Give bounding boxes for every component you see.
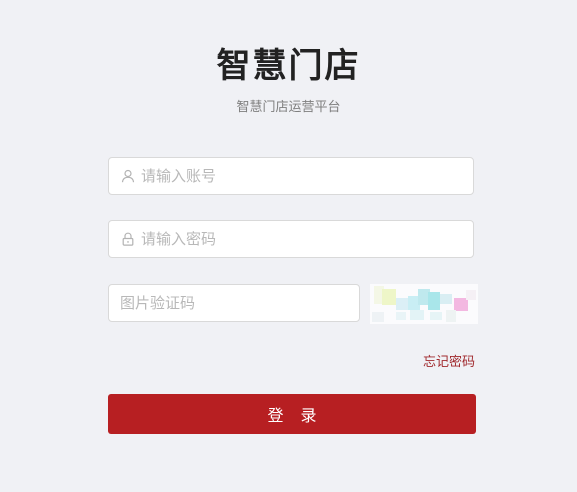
user-icon xyxy=(121,169,135,183)
captcha-field[interactable] xyxy=(108,284,360,322)
forgot-password-link[interactable]: 忘记密码 xyxy=(400,351,475,370)
page-subtitle: 智慧门店运营平台 xyxy=(236,100,341,115)
captcha-image[interactable] xyxy=(370,284,478,324)
account-field[interactable] xyxy=(108,157,474,195)
captcha-input[interactable] xyxy=(120,285,350,321)
lock-icon xyxy=(122,232,134,246)
password-field[interactable] xyxy=(108,220,474,258)
login-button[interactable]: 登 录 xyxy=(108,394,476,434)
password-input[interactable] xyxy=(141,221,461,257)
page-title: 智慧门店 xyxy=(216,46,361,86)
account-input[interactable] xyxy=(141,158,461,194)
